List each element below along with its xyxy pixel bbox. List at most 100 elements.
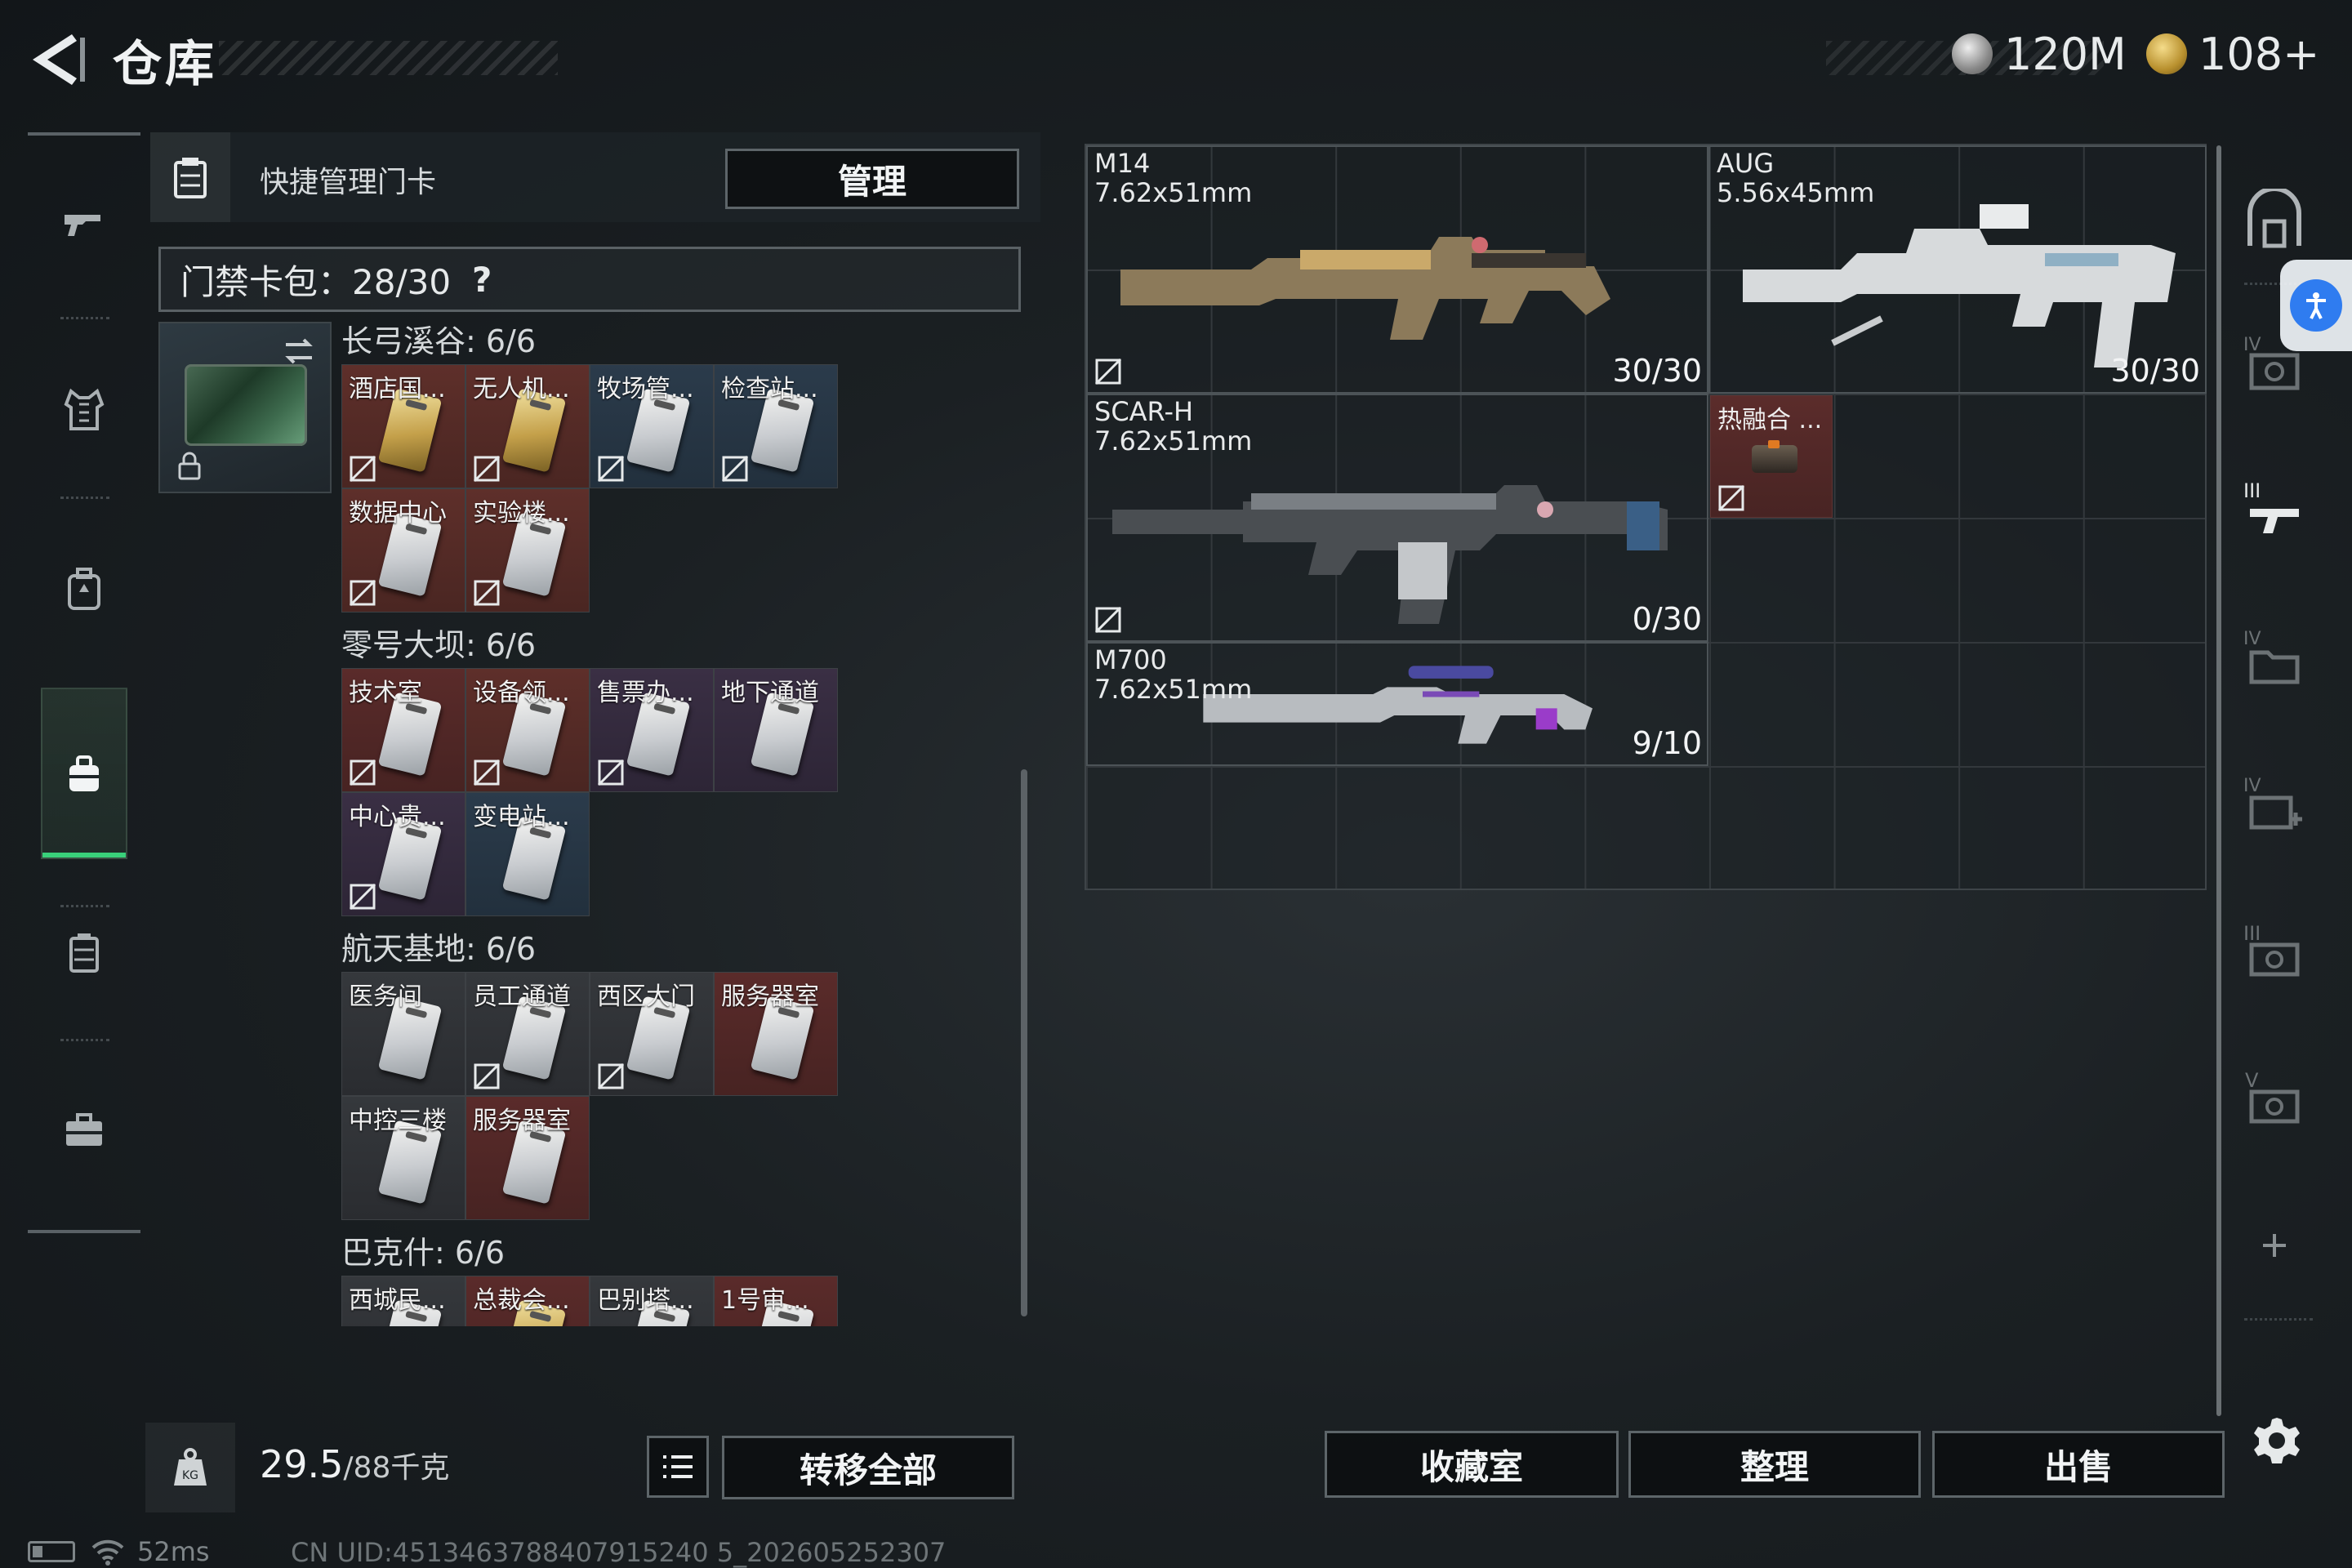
user-uid: CN UID:4513463788407915240 5_20260525230…	[291, 1537, 947, 1568]
keycard-item[interactable]: 西城民...	[341, 1276, 466, 1326]
item-label: 热融合 ...	[1717, 406, 1823, 434]
keycard-item[interactable]: 西区大门	[590, 972, 714, 1096]
no-trade-icon	[349, 455, 376, 483]
keycard-item[interactable]: 售票办...	[590, 668, 714, 792]
title-decoration	[219, 41, 558, 75]
keycard-label: 巴别塔...	[597, 1286, 694, 1315]
keycard-item[interactable]: 实验楼...	[466, 488, 590, 612]
back-arrow-icon	[33, 34, 85, 85]
keycard-label: 检查站...	[721, 375, 818, 403]
ping-readout: 52ms	[137, 1536, 210, 1567]
no-trade-icon	[473, 455, 501, 483]
keycard-item[interactable]: 员工通道	[466, 972, 590, 1096]
top-bar: 仓库 120M 108+	[0, 0, 2352, 122]
no-trade-icon	[473, 1062, 501, 1090]
weapon-name: SCAR-H 7.62x51mm	[1094, 396, 1253, 457]
aug-rifle-image	[1743, 204, 2176, 368]
add-storage-button[interactable]	[2238, 1209, 2311, 1282]
m14-rifle-image	[1120, 237, 1610, 340]
transfer-all-button[interactable]: 转移全部	[722, 1436, 1014, 1499]
keycard-label: 西区大门	[597, 982, 695, 1011]
no-trade-icon	[349, 759, 376, 786]
keycard-item[interactable]: 牧场管...	[590, 364, 714, 488]
no-trade-icon	[1094, 358, 1122, 385]
bag-icon	[69, 755, 99, 791]
weapon-aug[interactable]: AUG 5.56x45mm 30/30	[1708, 145, 2207, 394]
page-title: 仓库	[113, 36, 217, 93]
keycard-item[interactable]: 技术室	[341, 668, 466, 792]
wifi-icon	[91, 1539, 124, 1566]
keycard-item[interactable]: 地下通道	[714, 668, 838, 792]
keycard-item[interactable]: 设备领...	[466, 668, 590, 792]
list-view-button[interactable]	[647, 1436, 709, 1498]
nav-top-line	[28, 132, 140, 136]
keycard-group: 长弓溪谷: 6/6 酒店国... 无人机... 牧场管... 检查站... 数据中心 实验楼…	[341, 318, 838, 612]
keycard-label: 中控三楼	[349, 1107, 447, 1135]
thermal-fusion-image	[1752, 440, 1797, 473]
keycard-capacity-text: 门禁卡包：28/30	[180, 261, 452, 302]
weapon-name: M700 7.62x51mm	[1094, 644, 1253, 705]
keycard-item[interactable]: 巴别塔...	[590, 1276, 714, 1326]
keycard-list[interactable]: 长弓溪谷: 6/6 酒店国... 无人机... 牧场管... 检查站... 数据中心 实验楼…	[150, 314, 1032, 1326]
warehouse-icon	[2247, 189, 2301, 248]
keycard-item[interactable]: 数据中心	[341, 488, 466, 612]
sell-button[interactable]: 出售	[1932, 1431, 2225, 1498]
keycard-item[interactable]: 无人机...	[466, 364, 590, 488]
keycard-item[interactable]: 中心贵...	[341, 792, 466, 916]
keycard-item[interactable]: 酒店国...	[341, 364, 466, 488]
keycard-folder-icon	[150, 132, 230, 222]
nav-weapons[interactable]	[41, 176, 127, 266]
weapon-scar-h[interactable]: SCAR-H 7.62x51mm 0/30	[1086, 394, 1708, 642]
keycard-label: 数据中心	[349, 499, 447, 528]
gun-icon	[65, 215, 100, 236]
nav-toolbox[interactable]	[41, 1085, 127, 1174]
settings-gear-icon[interactable]	[2247, 1411, 2306, 1470]
weapon-m700[interactable]: M700 7.62x51mm 9/10	[1086, 642, 1708, 766]
nav-backpack[interactable]	[41, 544, 127, 634]
storage-tab-iii-2[interactable]: III	[2238, 915, 2311, 988]
keycard-label: 服务器室	[473, 1107, 571, 1135]
weight-readout: 29.5/88千克	[260, 1442, 449, 1486]
collection-room-button[interactable]: 收藏室	[1325, 1431, 1619, 1498]
no-trade-icon	[473, 579, 501, 607]
left-nav	[28, 132, 142, 1235]
keycard-item[interactable]: 服务器室	[714, 972, 838, 1096]
accessibility-button[interactable]	[2280, 260, 2352, 351]
nav-keycard-pack[interactable]	[41, 688, 127, 859]
weapon-ammo: 9/10	[1632, 725, 1702, 761]
keycard-item[interactable]: 中控三楼	[341, 1096, 466, 1220]
back-button[interactable]	[24, 31, 90, 88]
weapon-ammo: 30/30	[2110, 353, 2200, 389]
sort-button[interactable]: 整理	[1628, 1431, 1921, 1498]
no-trade-icon	[597, 759, 625, 786]
keycard-item[interactable]: 1号审...	[714, 1276, 838, 1326]
nav-separator	[60, 497, 109, 499]
storage-tab-iii-gun[interactable]: III	[2238, 472, 2311, 546]
keycard-label: 西城民...	[349, 1286, 446, 1315]
thermal-fusion-item[interactable]: 热融合 ...	[1710, 395, 1833, 518]
currency-silver[interactable]: 120M	[1952, 29, 2127, 80]
storage-tab-v[interactable]: V	[2238, 1062, 2311, 1135]
weapon-m14[interactable]: M14 7.62x51mm 30/30	[1086, 145, 1708, 394]
keycard-item[interactable]: 医务间	[341, 972, 466, 1096]
currency-gold[interactable]: 108+	[2146, 28, 2320, 80]
keycard-label: 牧场管...	[597, 375, 694, 403]
storage-tab-main[interactable]	[2238, 185, 2311, 258]
backpack-icon	[68, 568, 100, 610]
storage-scrollbar[interactable]	[2216, 145, 2221, 1416]
gold-amount: 108+	[2198, 28, 2320, 80]
manage-button[interactable]: 管理	[725, 149, 1019, 209]
nav-case[interactable]	[41, 908, 127, 998]
battery-icon	[28, 1541, 75, 1562]
storage-tab-iv-3[interactable]: IV	[2238, 768, 2311, 841]
keycard-item[interactable]: 检查站...	[714, 364, 838, 488]
keycard-item[interactable]: 总裁会...	[466, 1276, 590, 1326]
keycard-item[interactable]: 变电站...	[466, 792, 590, 916]
keycard-label: 地下通道	[721, 679, 819, 707]
keycard-group: 巴克什: 6/6西城民...总裁会...巴别塔...1号审...门诊室海洋监..…	[341, 1230, 838, 1326]
keycard-item[interactable]: 服务器室	[466, 1096, 590, 1220]
nav-armor[interactable]	[41, 364, 127, 454]
storage-tab-iv-2[interactable]: IV	[2238, 621, 2311, 694]
help-button[interactable]: ?	[472, 260, 492, 300]
keycard-list-scrollbar[interactable]	[1021, 769, 1027, 1316]
